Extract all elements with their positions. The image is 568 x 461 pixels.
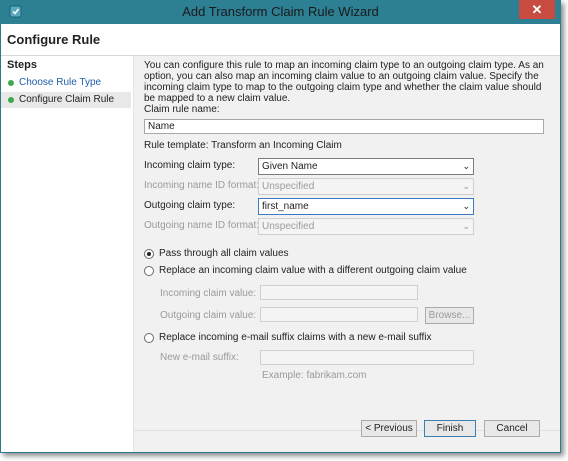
steps-title: Steps xyxy=(7,59,37,71)
page-title: Configure Rule xyxy=(7,32,101,47)
replace-value-radio[interactable] xyxy=(144,266,154,276)
outgoing-name-id-format-value: Unspecified xyxy=(262,221,315,232)
pass-through-label: Pass through all claim values xyxy=(159,248,289,259)
chevron-down-icon: ⌄ xyxy=(462,221,470,231)
replace-email-label: Replace incoming e-mail suffix claims wi… xyxy=(159,332,432,343)
pass-through-radio[interactable] xyxy=(144,249,154,259)
rule-template-text: Rule template: Transform an Incoming Cla… xyxy=(144,140,342,151)
outgoing-name-id-format-label: Outgoing name ID format: xyxy=(144,220,260,231)
title-bar: Add Transform Claim Rule Wizard ✕ xyxy=(0,0,561,24)
chevron-down-icon: ⌄ xyxy=(462,161,470,171)
replace-email-radio[interactable] xyxy=(144,333,154,343)
wizard-client: Configure Rule Steps Choose Rule Type Co… xyxy=(1,24,560,452)
incoming-name-id-format-select[interactable]: Unspecified ⌄ xyxy=(258,178,474,195)
content-panel: You can configure this rule to map an in… xyxy=(134,56,560,452)
wizard-window: Add Transform Claim Rule Wizard ✕ Config… xyxy=(0,0,561,453)
outgoing-claim-value-input[interactable] xyxy=(260,307,418,322)
chevron-down-icon: ⌄ xyxy=(462,181,470,191)
incoming-claim-type-select[interactable]: Given Name ⌄ xyxy=(258,158,474,175)
cancel-button[interactable]: Cancel xyxy=(484,420,540,437)
claim-rule-name-label: Claim rule name: xyxy=(144,104,220,115)
incoming-claim-type-value: Given Name xyxy=(262,161,318,172)
incoming-claim-value-input[interactable] xyxy=(260,285,418,300)
incoming-name-id-format-label: Incoming name ID format: xyxy=(144,180,260,191)
email-example-text: Example: fabrikam.com xyxy=(262,370,367,381)
step-status-icon xyxy=(8,97,14,103)
incoming-claim-type-label: Incoming claim type: xyxy=(144,160,236,171)
previous-button[interactable]: < Previous xyxy=(361,420,417,437)
new-email-suffix-label: New e-mail suffix: xyxy=(160,352,239,363)
incoming-claim-value-label: Incoming claim value: xyxy=(160,288,257,299)
outgoing-claim-type-select[interactable]: first_name ⌄ xyxy=(258,198,474,215)
description-text: You can configure this rule to map an in… xyxy=(144,60,544,104)
chevron-down-icon: ⌄ xyxy=(462,201,470,211)
steps-panel: Steps Choose Rule Type Configure Claim R… xyxy=(1,56,134,452)
replace-value-label: Replace an incoming claim value with a d… xyxy=(159,265,467,276)
finish-button[interactable]: Finish xyxy=(424,420,476,437)
radio-selected-dot xyxy=(147,252,151,256)
incoming-name-id-format-value: Unspecified xyxy=(262,181,315,192)
page-header: Configure Rule xyxy=(1,24,560,56)
claim-rule-name-input[interactable]: Name xyxy=(144,119,544,134)
window-title: Add Transform Claim Rule Wizard xyxy=(182,4,379,19)
outgoing-claim-type-label: Outgoing claim type: xyxy=(144,200,236,211)
step-choose-rule-type[interactable]: Choose Rule Type xyxy=(1,75,131,91)
outgoing-name-id-format-select[interactable]: Unspecified ⌄ xyxy=(258,218,474,235)
step-status-icon xyxy=(8,80,14,86)
close-button[interactable]: ✕ xyxy=(519,0,555,19)
browse-button[interactable]: Browse... xyxy=(425,307,474,324)
new-email-suffix-input[interactable] xyxy=(260,350,474,365)
step-label: Configure Claim Rule xyxy=(19,94,115,105)
step-label: Choose Rule Type xyxy=(19,77,102,88)
step-configure-claim-rule[interactable]: Configure Claim Rule xyxy=(1,92,131,108)
outgoing-claim-type-value: first_name xyxy=(262,201,309,212)
outgoing-claim-value-label: Outgoing claim value: xyxy=(160,310,257,321)
